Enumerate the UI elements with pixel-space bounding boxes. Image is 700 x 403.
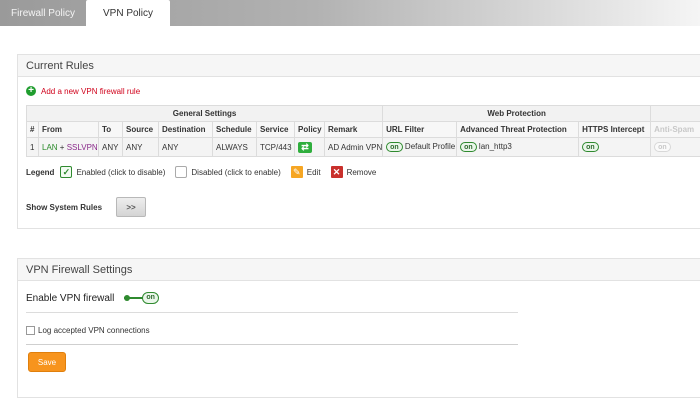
remove-icon: ✕ bbox=[330, 166, 343, 178]
url-filter-profile: Default Profile bbox=[404, 142, 456, 152]
https-intercept-toggle[interactable]: on bbox=[582, 142, 599, 152]
group-web-protection: Web Protection bbox=[382, 105, 652, 122]
system-rules-label: Show System Rules bbox=[26, 202, 103, 212]
log-vpn-label: Log accepted VPN connections bbox=[38, 325, 150, 335]
show-system-rules-button[interactable]: >> bbox=[116, 197, 147, 217]
cell-schedule: ALWAYS bbox=[212, 137, 257, 157]
save-button[interactable]: Save bbox=[28, 352, 66, 372]
cell-from: LAN + SSLVPN bbox=[38, 137, 99, 157]
legend-enabled: Enabled (click to disable) bbox=[76, 167, 166, 177]
current-rules-panel: Current Rules + Add a new VPN firewall r… bbox=[17, 54, 700, 229]
url-filter-toggle[interactable]: on bbox=[386, 142, 403, 152]
col-header: Schedule bbox=[212, 121, 257, 138]
table-row[interactable]: 1 LAN + SSLVPN ANY ANY ANY ALWAYS TCP/44… bbox=[26, 137, 700, 157]
vpn-firewall-settings-panel: VPN Firewall Settings Enable VPN firewal… bbox=[17, 258, 700, 398]
log-vpn-checkbox[interactable] bbox=[26, 325, 35, 335]
col-header: From bbox=[38, 121, 99, 138]
cell-atp[interactable]: on lan_http3 bbox=[456, 137, 580, 157]
col-header: Anti-Spam bbox=[650, 121, 700, 138]
add-rule-link[interactable]: + Add a new VPN firewall rule bbox=[26, 85, 140, 97]
cell-destination: ANY bbox=[158, 137, 213, 157]
cell-https-intercept[interactable]: on bbox=[578, 137, 652, 157]
toggle-knob bbox=[124, 295, 131, 301]
anti-spam-toggle[interactable]: on bbox=[654, 142, 671, 152]
col-header: Policy bbox=[294, 121, 325, 138]
divider bbox=[26, 312, 518, 313]
cell-policy[interactable]: ⇄ bbox=[294, 137, 325, 157]
current-rules-title: Current Rules bbox=[18, 55, 700, 77]
cell-remark: AD Admin VPN bbox=[323, 137, 384, 157]
col-header: Advanced Threat Protection bbox=[456, 121, 580, 138]
legend-title: Legend bbox=[26, 167, 55, 177]
col-header: To bbox=[98, 121, 123, 138]
enable-vpn-firewall-row: Enable VPN firewall on bbox=[26, 291, 159, 305]
col-header: Destination bbox=[158, 121, 213, 138]
legend: Legend ✓ Enabled (click to disable) Disa… bbox=[26, 165, 376, 179]
col-header: HTTPS Intercept bbox=[578, 121, 652, 138]
atp-toggle[interactable]: on bbox=[460, 142, 477, 152]
system-rules-row: Show System Rules >> bbox=[26, 197, 147, 217]
legend-disabled: Disabled (click to enable) bbox=[191, 167, 281, 177]
checkbox-empty-icon bbox=[175, 166, 188, 178]
tab-vpn-policy[interactable]: VPN Policy bbox=[86, 0, 170, 26]
arrows-swap-icon[interactable]: ⇄ bbox=[298, 141, 312, 153]
checkbox-checked-icon: ✓ bbox=[60, 166, 73, 178]
cell-to: ANY bbox=[98, 137, 123, 157]
group-empty bbox=[650, 105, 700, 122]
plus-circle-icon: + bbox=[26, 86, 36, 96]
divider bbox=[26, 344, 518, 345]
vpn-firewall-settings-title: VPN Firewall Settings bbox=[18, 259, 700, 281]
add-rule-label: Add a new VPN firewall rule bbox=[41, 86, 141, 96]
edit-icon: ✎ bbox=[290, 166, 303, 178]
cell-anti-spam[interactable]: on bbox=[650, 137, 700, 157]
col-header: # bbox=[26, 121, 39, 138]
toggle-on-label: on bbox=[142, 292, 159, 304]
enable-vpn-firewall-toggle[interactable]: on bbox=[124, 292, 159, 304]
from-sslvpn: SSLVPN bbox=[66, 142, 98, 152]
legend-edit: Edit bbox=[306, 167, 321, 177]
enable-vpn-firewall-label: Enable VPN firewall bbox=[26, 292, 115, 304]
top-tab-bar: Firewall Policy VPN Policy bbox=[0, 0, 700, 26]
cell-source: ANY bbox=[122, 137, 159, 157]
cell-service: TCP/443 bbox=[256, 137, 295, 157]
group-general-settings: General Settings bbox=[25, 105, 384, 122]
col-header: Remark bbox=[323, 121, 384, 138]
cell-num: 1 bbox=[26, 137, 39, 157]
rules-table: General Settings Web Protection # From T… bbox=[25, 105, 700, 157]
from-plus: + bbox=[59, 142, 65, 152]
cell-url-filter[interactable]: on Default Profile bbox=[382, 137, 458, 157]
legend-remove: Remove bbox=[346, 167, 377, 177]
col-header: Source bbox=[122, 121, 159, 138]
col-header: Service bbox=[256, 121, 295, 138]
atp-profile: lan_http3 bbox=[478, 142, 512, 152]
from-lan: LAN bbox=[42, 142, 58, 152]
log-vpn-row[interactable]: Log accepted VPN connections bbox=[26, 324, 150, 336]
tab-firewall-policy[interactable]: Firewall Policy bbox=[0, 0, 86, 26]
col-header: URL Filter bbox=[382, 121, 458, 138]
